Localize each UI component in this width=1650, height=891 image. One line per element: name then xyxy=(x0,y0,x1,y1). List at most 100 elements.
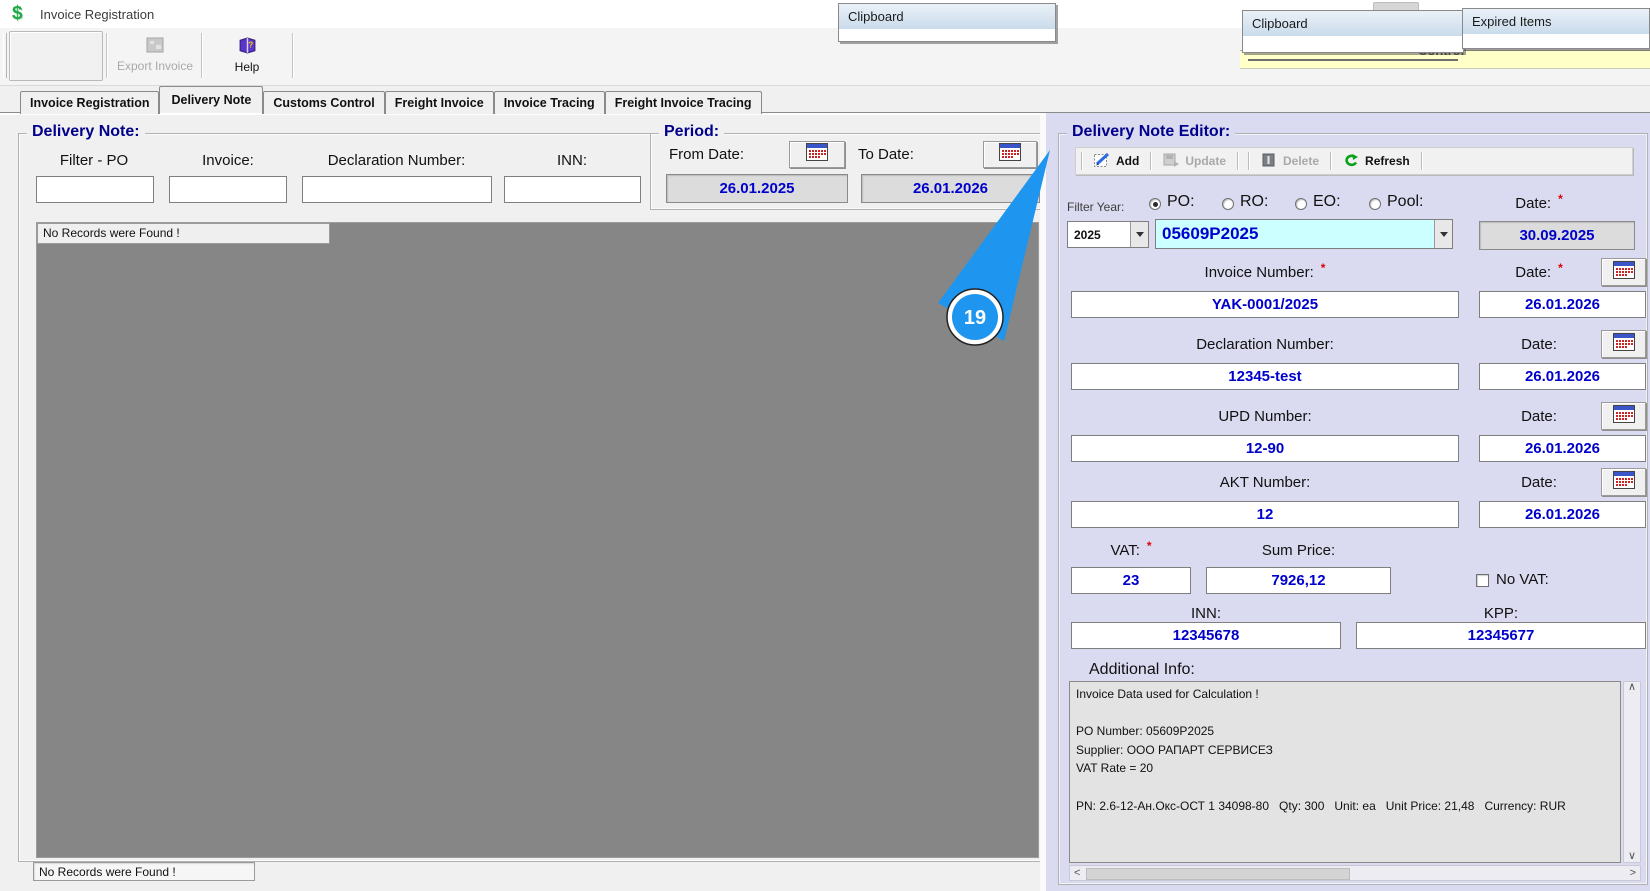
ro-radio[interactable] xyxy=(1222,198,1234,210)
delivery-note-editor-frame: Delivery Note Editor: Add Update Delete … xyxy=(1058,123,1648,885)
from-date-value: 26.01.2025 xyxy=(666,174,848,203)
upd-number-input[interactable] xyxy=(1071,435,1459,462)
editor-toolbar-separator xyxy=(1237,152,1238,170)
upd-number-label: UPD Number: xyxy=(1218,408,1312,425)
declaration-number-input[interactable] xyxy=(1071,363,1459,390)
export-invoice-label: Export Invoice xyxy=(116,59,194,73)
declaration-number-label: Declaration Number: xyxy=(1196,336,1334,353)
window-title: Invoice Registration xyxy=(40,7,155,22)
export-invoice-button[interactable]: Export Invoice xyxy=(112,30,198,80)
eo-radio-label: EO: xyxy=(1313,193,1341,210)
grid-header-no-records[interactable]: No Records were Found ! xyxy=(37,223,330,244)
scroll-right-icon[interactable]: > xyxy=(1626,867,1640,879)
upd-date-input[interactable] xyxy=(1479,435,1646,462)
help-button[interactable]: Help xyxy=(207,30,287,80)
po-radio[interactable] xyxy=(1149,198,1161,210)
filter-inn-label: INN: xyxy=(557,152,587,169)
to-date-value: 26.01.2026 xyxy=(861,174,1040,203)
invoice-date-input[interactable] xyxy=(1479,291,1646,318)
ro-radio-label: RO: xyxy=(1240,193,1269,210)
tab-strip: Invoice Registration Delivery Note Custo… xyxy=(0,86,1650,115)
refresh-icon xyxy=(1342,152,1360,171)
pool-radio[interactable] xyxy=(1369,198,1381,210)
sum-price-input[interactable] xyxy=(1206,567,1391,594)
upd-date-calendar-button[interactable] xyxy=(1601,402,1646,430)
to-date-label: To Date: xyxy=(858,146,914,163)
tab-freight-invoice[interactable]: Freight Invoice xyxy=(384,91,494,114)
tab-customs-control[interactable]: Customs Control xyxy=(263,91,385,114)
po-date-value: 30.09.2025 xyxy=(1479,221,1635,250)
invoice-date-calendar-button[interactable] xyxy=(1601,258,1646,286)
editor-toolbar-separator xyxy=(1150,152,1152,170)
delete-button[interactable]: Delete xyxy=(1254,152,1325,171)
kpp-input[interactable] xyxy=(1356,622,1646,649)
filter-declaration-label: Declaration Number: xyxy=(327,152,466,169)
records-grid[interactable]: No Records were Found ! xyxy=(36,222,1039,858)
delivery-note-frame-title: Delivery Note: xyxy=(27,123,145,141)
filter-declaration-input[interactable] xyxy=(302,176,492,203)
additional-info-textarea[interactable]: Invoice Data used for Calculation ! PO N… xyxy=(1069,681,1621,863)
refresh-button[interactable]: Refresh xyxy=(1336,152,1416,171)
toolbar-gripper[interactable] xyxy=(3,33,7,78)
declaration-date-input[interactable] xyxy=(1479,363,1646,390)
declaration-date-calendar-button[interactable] xyxy=(1601,330,1646,358)
to-date-calendar-button[interactable] xyxy=(983,141,1037,168)
upd-date-label: Date: xyxy=(1521,408,1557,425)
tab-invoice-tracing[interactable]: Invoice Tracing xyxy=(493,91,605,114)
delete-icon xyxy=(1260,152,1278,171)
invoice-date-label: Date: * xyxy=(1515,261,1563,281)
toolbar-separator xyxy=(292,33,293,78)
scroll-up-icon[interactable]: ∧ xyxy=(1624,682,1640,693)
akt-date-input[interactable] xyxy=(1479,501,1646,528)
expired-items-popup: Expired Items xyxy=(1462,8,1650,49)
akt-number-label: AKT Number: xyxy=(1219,474,1311,491)
sum-price-label: Sum Price: xyxy=(1261,542,1336,559)
tab-delivery-note[interactable]: Delivery Note xyxy=(159,86,264,114)
tab-invoice-registration[interactable]: Invoice Registration xyxy=(20,91,160,114)
add-button[interactable]: Add xyxy=(1087,152,1145,171)
year-value: 2025 xyxy=(1074,227,1101,242)
filter-inn-input[interactable] xyxy=(504,176,641,203)
period-frame-title: Period: xyxy=(659,123,725,141)
app-dollar-icon: $ xyxy=(12,3,23,24)
update-label: Update xyxy=(1185,154,1226,168)
refresh-label: Refresh xyxy=(1365,154,1410,168)
inn-input[interactable] xyxy=(1071,622,1341,649)
update-button[interactable]: Update xyxy=(1156,152,1232,171)
editor-toolbar-separator xyxy=(1248,152,1249,170)
editor-toolbar-separator xyxy=(1081,152,1082,170)
po-radio-label: PO: xyxy=(1167,193,1195,210)
kpp-label: KPP: xyxy=(1483,605,1519,622)
required-marker: * xyxy=(1146,539,1152,553)
chevron-down-icon[interactable] xyxy=(1130,222,1148,247)
editor-toolbar-separator xyxy=(1420,152,1422,170)
scroll-left-icon[interactable]: < xyxy=(1070,867,1084,879)
vertical-scrollbar[interactable]: ∧ ∨ xyxy=(1623,681,1641,863)
po-number-combobox[interactable]: 05609P2025 xyxy=(1155,219,1453,249)
scroll-down-icon[interactable]: ∨ xyxy=(1624,851,1640,862)
from-date-calendar-button[interactable] xyxy=(789,141,845,168)
invoice-number-input[interactable] xyxy=(1071,291,1459,318)
horizontal-scrollbar[interactable]: < > xyxy=(1069,865,1641,881)
blank-toolbar-button[interactable] xyxy=(9,31,103,81)
tab-freight-invoice-tracing[interactable]: Freight Invoice Tracing xyxy=(604,91,762,114)
filter-po-input[interactable] xyxy=(36,176,154,203)
no-vat-checkbox[interactable] xyxy=(1476,574,1489,587)
scrollbar-thumb[interactable] xyxy=(1086,868,1350,880)
add-icon xyxy=(1093,152,1111,171)
eo-radio[interactable] xyxy=(1295,198,1307,210)
clipboard-popup: Clipboard xyxy=(838,3,1056,42)
vat-input[interactable] xyxy=(1071,567,1191,594)
delete-label: Delete xyxy=(1283,154,1320,168)
akt-number-input[interactable] xyxy=(1071,501,1459,528)
filter-po-label: Filter - PO xyxy=(59,152,129,169)
clipboard-popup-2: Clipboard xyxy=(1242,10,1464,53)
expired-items-title: Expired Items xyxy=(1463,9,1649,34)
akt-date-calendar-button[interactable] xyxy=(1601,468,1646,496)
from-date-label: From Date: xyxy=(669,146,745,163)
update-icon xyxy=(1162,152,1180,171)
help-book-icon xyxy=(238,37,257,57)
filter-invoice-input[interactable] xyxy=(169,176,287,203)
chevron-down-icon[interactable] xyxy=(1434,220,1452,248)
year-combobox[interactable]: 2025 xyxy=(1067,221,1149,248)
